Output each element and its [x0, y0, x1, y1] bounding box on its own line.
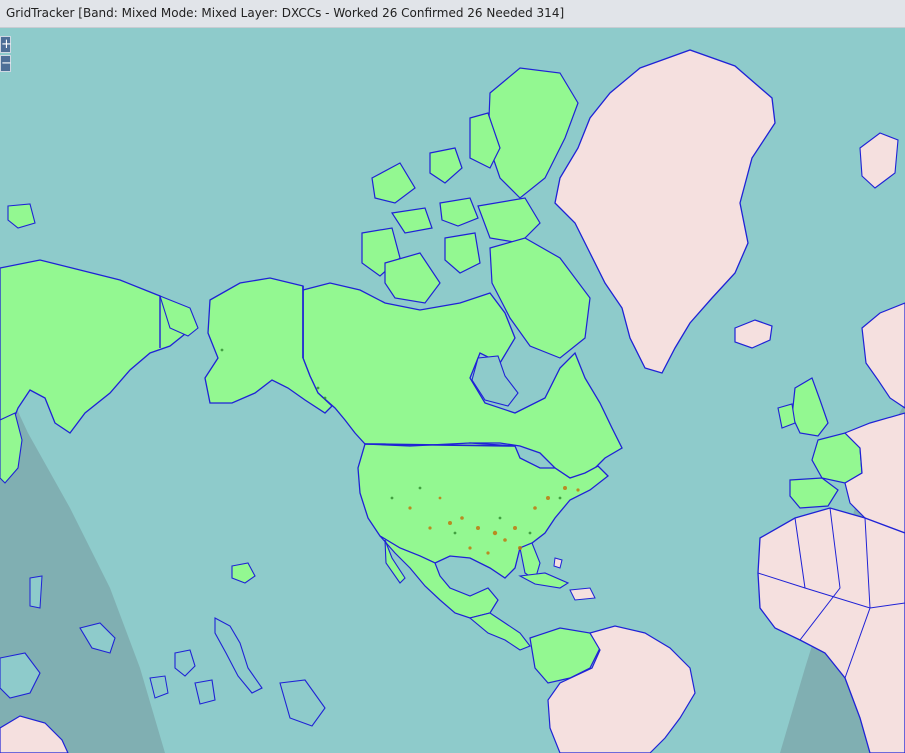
- zoom-in-button[interactable]: +: [0, 36, 12, 53]
- country-iceland[interactable]: [734, 319, 773, 349]
- night-shade-left: [0, 373, 165, 753]
- country-arctic-island[interactable]: [390, 207, 433, 234]
- island-pacific[interactable]: [279, 679, 326, 727]
- zoom-out-button[interactable]: −: [0, 55, 12, 72]
- country-scandinavia[interactable]: [861, 302, 905, 409]
- island-pacific[interactable]: [174, 649, 196, 677]
- island-pacific[interactable]: [149, 675, 169, 699]
- country-arctic-island[interactable]: [477, 197, 541, 244]
- country-hispaniola[interactable]: [569, 587, 596, 601]
- country-svalbard[interactable]: [859, 132, 899, 189]
- country-russia-far-east[interactable]: [0, 259, 191, 434]
- country-greenland[interactable]: [554, 49, 776, 374]
- country-uk[interactable]: [791, 377, 829, 437]
- island-pacific[interactable]: [29, 575, 43, 609]
- country-ireland[interactable]: [777, 403, 796, 429]
- country-arctic-island[interactable]: [371, 162, 416, 204]
- country-arctic-island[interactable]: [444, 232, 481, 274]
- country-central-america[interactable]: [468, 612, 531, 651]
- island-pacific[interactable]: [194, 679, 216, 705]
- country-arctic-island[interactable]: [429, 147, 463, 184]
- country-cuba[interactable]: [518, 572, 570, 589]
- title-bar: GridTracker [Band: Mixed Mode: Mixed Lay…: [0, 0, 905, 28]
- map-view[interactable]: + −: [0, 28, 905, 753]
- country-arctic-island[interactable]: [384, 252, 441, 304]
- country-spain[interactable]: [789, 477, 839, 509]
- country-bahamas[interactable]: [553, 557, 563, 569]
- country-wrangel-island[interactable]: [7, 203, 36, 229]
- map-canvas[interactable]: [0, 28, 905, 753]
- country-arctic-island[interactable]: [439, 197, 479, 227]
- island-pacific[interactable]: [214, 617, 263, 694]
- window-title: GridTracker [Band: Mixed Mode: Mixed Lay…: [6, 6, 565, 20]
- country-hawaii[interactable]: [231, 562, 256, 584]
